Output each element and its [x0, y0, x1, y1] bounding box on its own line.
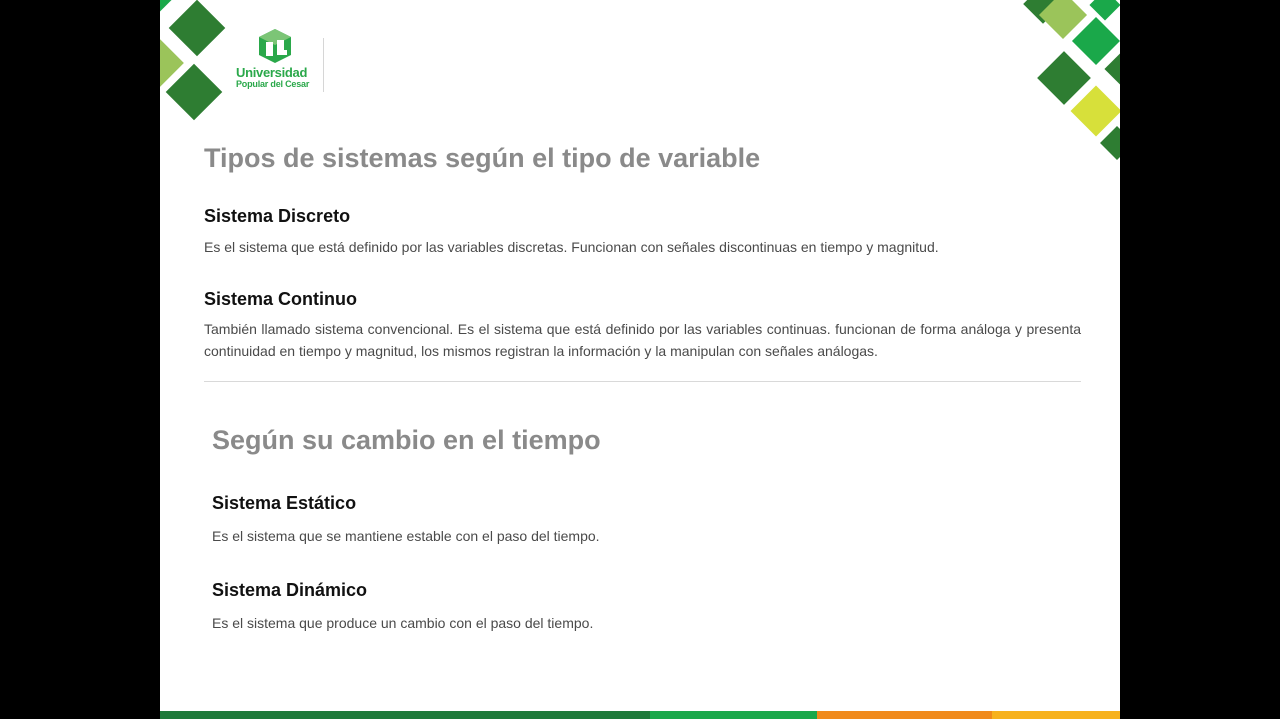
section1-title: Tipos de sistemas según el tipo de varia…	[204, 143, 761, 173]
bar-segment-orange	[817, 711, 992, 719]
item-desc-dinamico: Es el sistema que produce un cambio con …	[212, 615, 594, 631]
logo-name: Universidad	[236, 65, 308, 80]
item-desc-continuo: También llamado sistema convencional. Es…	[204, 321, 1081, 359]
logo-subname: Popular del Cesar	[236, 79, 310, 89]
slide: Universidad Popular del Cesar Tipos de s…	[160, 0, 1120, 719]
bar-segment-dark-green	[160, 711, 650, 719]
logo-divider	[323, 38, 324, 92]
section-divider	[204, 381, 1081, 382]
decor-square	[168, 0, 226, 57]
item-title-estatico: Sistema Estático	[212, 493, 357, 513]
item-desc-estatico: Es el sistema que se mantiene estable co…	[212, 528, 600, 544]
university-logo-icon	[259, 29, 291, 63]
decor-square	[1100, 126, 1120, 160]
item-title-dinamico: Sistema Dinámico	[212, 580, 368, 600]
bar-segment-green	[650, 711, 817, 719]
bottom-color-bar	[160, 711, 1120, 719]
university-logo: Universidad Popular del Cesar	[236, 26, 326, 94]
decor-square	[160, 0, 175, 13]
decor-square	[1104, 53, 1120, 85]
bar-segment-yellow	[992, 711, 1120, 719]
item-title-continuo: Sistema Continuo	[204, 289, 358, 309]
decor-square	[1071, 16, 1120, 66]
item-title-discreto: Sistema Discreto	[204, 206, 351, 226]
section2-title: Según su cambio en el tiempo	[212, 425, 601, 455]
item-desc-discreto: Es el sistema que está definido por las …	[204, 239, 939, 255]
